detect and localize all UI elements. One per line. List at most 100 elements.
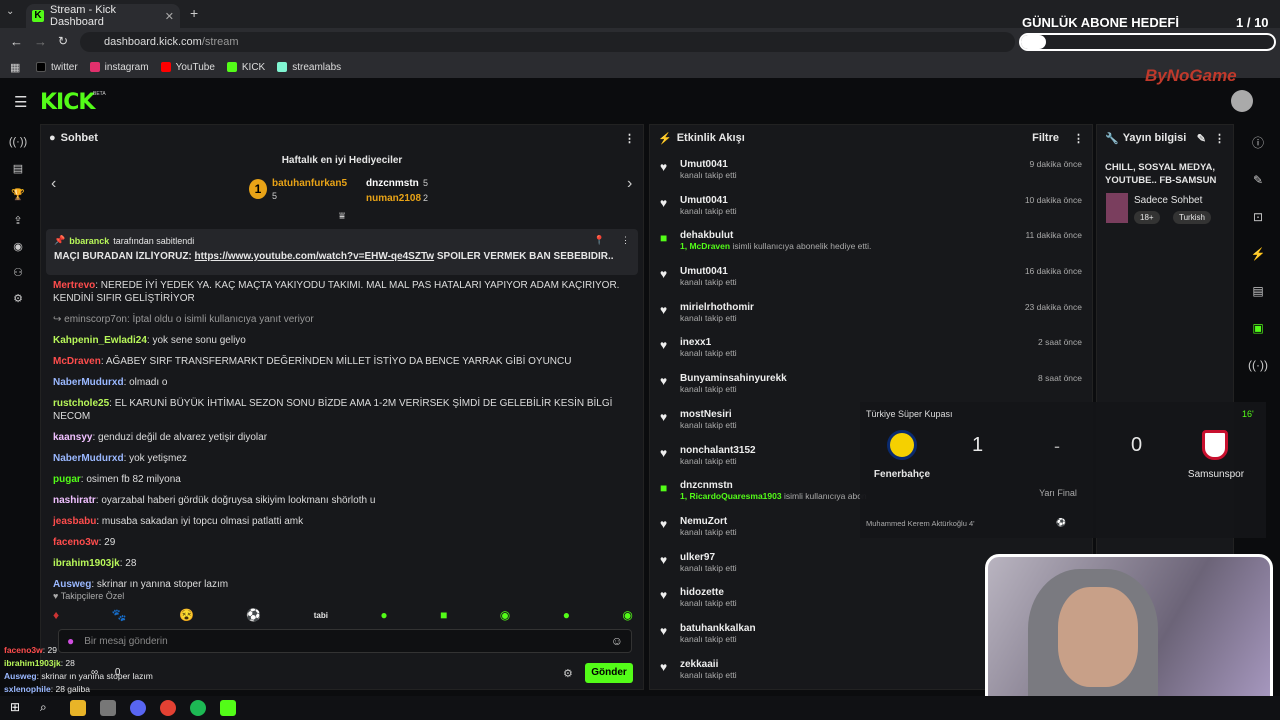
lightning-icon[interactable]: ⚡ [1240,235,1276,272]
emote-icon[interactable]: tabi [314,611,328,620]
event-user[interactable]: Bunyaminsahinyurekk [680,373,1030,384]
emote-icon[interactable]: 😵 [179,608,194,622]
address-bar[interactable]: dashboard.kick.com/stream [80,32,1015,52]
emote-icon[interactable]: ● [380,608,387,622]
chat-username[interactable]: ibrahim1903jk [53,558,120,569]
kick-app-icon[interactable] [220,700,236,716]
emote-icon[interactable]: ■ [440,608,447,622]
chat-username[interactable]: rustchole25 [53,398,109,409]
chat-more-icon[interactable]: ⋮ [624,132,635,145]
windows-start-icon[interactable]: ⊞ [10,700,26,716]
taskbar: ⊞ ⌕ [0,696,1280,720]
user-avatar[interactable] [1231,90,1253,112]
chat-icon[interactable]: ▣ [1240,309,1276,346]
menu-icon[interactable]: ☰ [14,93,27,111]
chat-username[interactable]: McDraven [53,356,101,367]
chat-username[interactable]: Mertrevo [53,280,95,291]
chat-username[interactable]: NaberMudurxd [53,453,124,464]
emote-icon[interactable]: ◉ [500,608,510,622]
next-arrow-icon[interactable]: › [627,175,632,193]
chat-username[interactable]: Ausweg [53,579,91,590]
browser-tab[interactable]: K Stream - Kick Dashboard ✕ [26,4,180,28]
users-icon[interactable]: ⚇ [0,259,36,285]
prev-arrow-icon[interactable]: ‹ [51,175,56,193]
send-button[interactable]: Gönder [585,663,633,683]
chat-username[interactable]: pugar [53,474,81,485]
bookmark-twitter[interactable]: twitter [36,62,78,73]
new-tab-icon[interactable]: + [190,5,198,21]
edit-icon[interactable]: ✎ [1197,132,1206,145]
capture-icon[interactable]: ⊡ [1240,198,1276,235]
camera-icon[interactable]: ◉ [0,233,36,259]
event-detail: kanalı takip etti [680,170,1022,180]
pinned-more-icon[interactable]: ⋮ [621,235,630,246]
stream-icon[interactable]: ((·)) [0,129,36,155]
event-recipient[interactable]: 1, RicardoQuaresma1903 [680,491,782,501]
pinned-by-suffix: tarafından sabitlendi [113,235,195,246]
chat-username[interactable]: faceno3w [53,537,99,548]
event-user[interactable]: Umut0041 [680,195,1017,206]
chat-settings-icon[interactable]: ⚙ [563,667,573,680]
event-time: 11 dakika önce [1025,230,1082,241]
bookmark-kick[interactable]: KICK [226,62,265,73]
upload-icon[interactable]: ⇪ [0,207,36,233]
emote-icon[interactable]: ● [563,608,570,622]
emote-icon[interactable]: ◉ [622,608,632,622]
emoji-icon[interactable]: ☺ [611,634,623,648]
event-description: isimli kullanıcıya abonelik hediye etti. [732,241,872,252]
activity-more-icon[interactable]: ⋮ [1073,132,1084,145]
event-user[interactable]: Umut0041 [680,159,1022,170]
stream-info-more-icon[interactable]: ⋮ [1214,132,1225,145]
chat-username[interactable]: Kahpenin_Ewladi24 [53,335,147,346]
filter-button[interactable]: Filtre [1032,132,1059,144]
apps-grid-icon[interactable]: ▦ [10,61,20,74]
chat-username[interactable]: nashiratr [53,495,96,506]
chat-username[interactable]: jeasbabu [53,516,96,527]
unpin-icon[interactable]: 📍 [594,235,605,246]
right-rail: ⓘ ✎ ⊡ ⚡ ▤ ▣ ((·)) [1240,124,1276,404]
app-icon[interactable] [100,700,116,716]
spotify-icon[interactable] [190,700,206,716]
bookmark-instagram[interactable]: instagram [89,62,149,73]
category-name[interactable]: Sadece Sohbet [1134,195,1202,206]
event-user[interactable]: Umut0041 [680,266,1017,277]
info-icon[interactable]: ⓘ [1240,124,1276,161]
event-user[interactable]: inexx1 [680,337,1030,348]
forward-icon[interactable]: → [34,34,47,49]
search-icon[interactable]: ⌕ [40,700,56,716]
collapse-icon[interactable]: ⩸ [339,211,345,222]
event-recipient[interactable]: 1, McDraven [680,241,730,251]
kick-logo[interactable]: KICK [40,90,95,115]
pinned-link[interactable]: https://www.youtube.com/watch?v=EHW-qe4S… [195,251,435,262]
webcam-person [1058,587,1138,687]
discord-icon[interactable] [130,700,146,716]
chat-message: Ausweg: skrinar ın yanına stoper lazım [41,574,643,593]
chat-text: : yok sene sonu geliyo [146,335,246,346]
emote-icon[interactable]: ♦ [53,608,59,622]
reload-icon[interactable]: ↻ [58,34,68,48]
event-user[interactable]: mirielrhothomir [680,302,1017,313]
back-icon[interactable]: ← [10,34,23,49]
broadcast-icon[interactable]: ((·)) [1240,346,1276,383]
chat-message: ibrahim1903jk: 28 [41,553,643,574]
file-explorer-icon[interactable] [70,700,86,716]
emote-icon[interactable]: 🐾 [112,608,127,622]
trophy-icon[interactable]: 🏆 [0,181,36,207]
bookmark-streamlabs[interactable]: streamlabs [277,62,341,73]
heart-icon: ♥ [660,302,668,317]
chrome-icon[interactable] [160,700,176,716]
emote-icon[interactable]: ⚽ [246,608,261,622]
chat-username[interactable]: NaberMudurxd [53,377,124,388]
pencil-icon[interactable]: ✎ [1240,161,1276,198]
close-tab-icon[interactable]: ✕ [165,10,174,23]
tab-list-icon[interactable]: ⌄ [6,6,14,17]
chat-username[interactable]: kaansyy [53,432,92,443]
overlay-chat-line: sxlenophile: 28 galiba [4,683,153,696]
bookmark-youtube[interactable]: YouTube [160,62,215,73]
pinned-header: 📌 bbaranck tarafından sabitlendi 📍 ⋮ [54,235,630,246]
dashboard-icon[interactable]: ▤ [0,155,36,181]
overlay-chat-user: sxlenophile [4,684,51,694]
event-user[interactable]: dehakbulut [680,230,1017,241]
settings-icon[interactable]: ⚙ [0,285,36,311]
document-icon[interactable]: ▤ [1240,272,1276,309]
